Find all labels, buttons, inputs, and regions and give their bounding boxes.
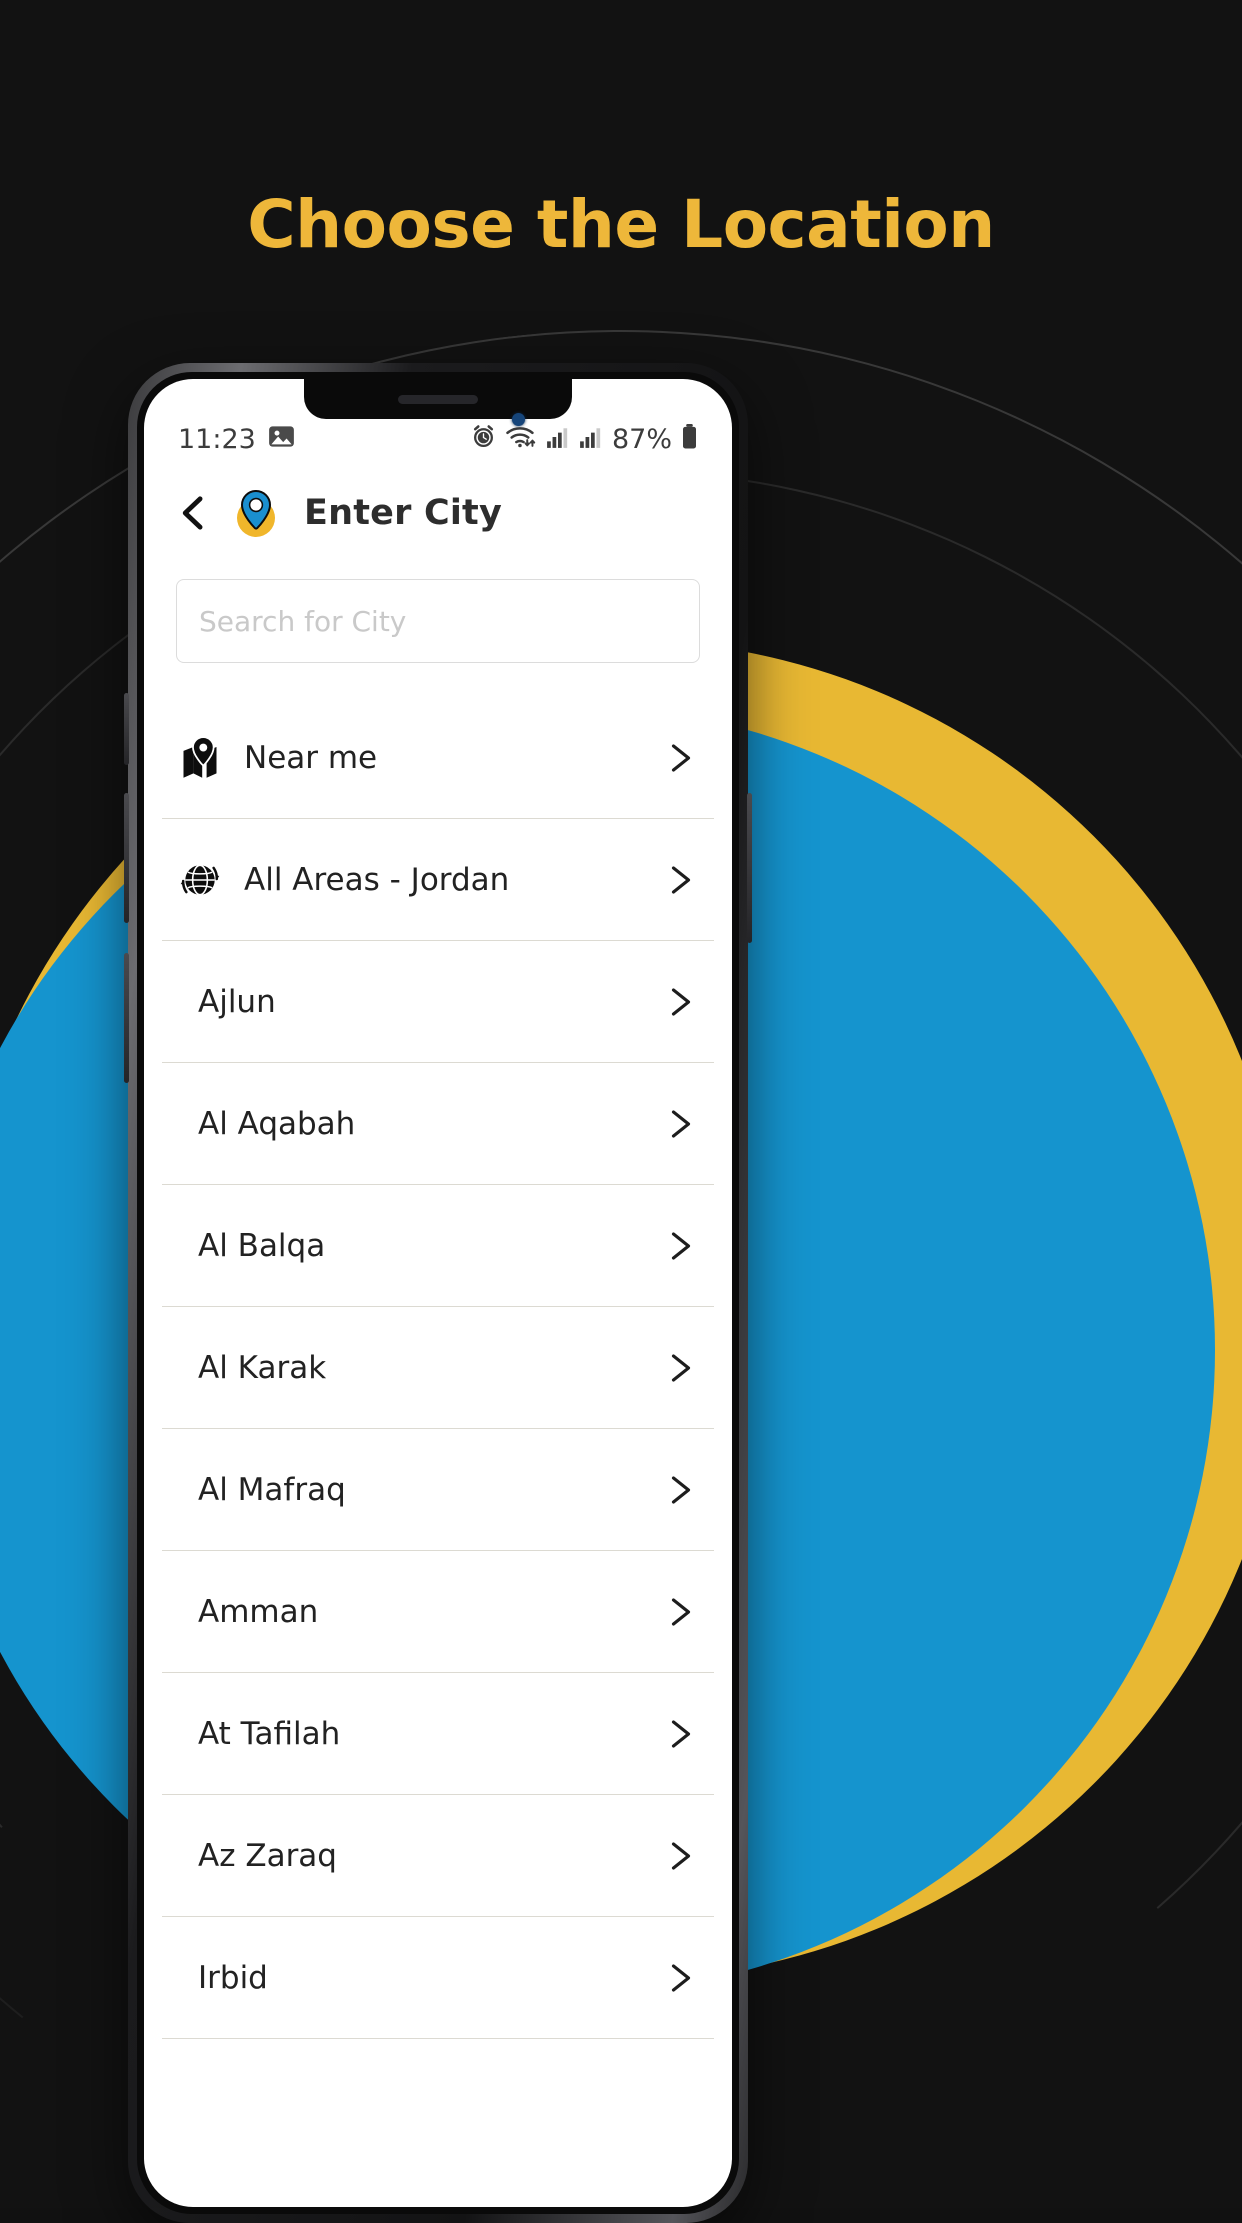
chevron-right-icon[interactable]	[668, 1719, 694, 1749]
list-item-label: Irbid	[198, 1959, 268, 1996]
chevron-right-icon[interactable]	[668, 1353, 694, 1383]
battery-icon	[681, 423, 698, 455]
phone-volume-down-button	[124, 953, 129, 1083]
chevron-right-icon[interactable]	[668, 987, 694, 1017]
phone-volume-up-button	[124, 793, 129, 923]
signal-bars-icon	[546, 426, 570, 453]
globe-icon	[174, 859, 226, 901]
city-list: Near me All Areas - Jordan Ajlun Al Aqab…	[144, 697, 732, 2039]
search-input[interactable]	[176, 579, 700, 663]
image-icon	[268, 423, 295, 455]
list-item-label: Amman	[198, 1593, 319, 1630]
chevron-right-icon[interactable]	[668, 1963, 694, 1993]
list-item-label: Al Karak	[198, 1349, 327, 1386]
list-item-city[interactable]: Amman	[162, 1551, 714, 1673]
search-container	[144, 549, 732, 663]
phone-bezel: 11:23 87% Enter City Search for City Nea…	[137, 372, 739, 2214]
list-item-near-me[interactable]: Near me	[162, 697, 714, 819]
alarm-icon	[471, 424, 496, 454]
list-item-label: At Tafilah	[198, 1715, 341, 1752]
phone-screen: 11:23 87% Enter City Search for City Nea…	[144, 379, 732, 2207]
list-item-label: Ajlun	[198, 983, 276, 1020]
list-item-city[interactable]: Ajlun	[162, 941, 714, 1063]
chevron-right-icon[interactable]	[668, 1109, 694, 1139]
chevron-right-icon[interactable]	[668, 1231, 694, 1261]
location-pin-icon	[230, 487, 282, 539]
phone-notch	[304, 379, 572, 419]
status-bar-left: 11:23	[178, 423, 295, 455]
list-item-label: Al Aqabah	[198, 1105, 356, 1142]
phone-mute-button	[124, 693, 129, 765]
front-camera	[512, 413, 525, 426]
list-item-city[interactable]: At Tafilah	[162, 1673, 714, 1795]
chevron-right-icon[interactable]	[668, 865, 694, 895]
map-pin-icon	[174, 735, 226, 780]
app-title: Enter City	[304, 493, 502, 533]
list-item-label: All Areas - Jordan	[244, 861, 510, 898]
list-item-city[interactable]: Az Zaraq	[162, 1795, 714, 1917]
list-item-label: Al Balqa	[198, 1227, 326, 1264]
phone-mockup: 11:23 87% Enter City Search for City Nea…	[124, 363, 752, 2223]
list-item-city[interactable]: Al Balqa	[162, 1185, 714, 1307]
chevron-right-icon[interactable]	[668, 743, 694, 773]
list-item-label: Near me	[244, 739, 378, 776]
wifi-icon	[505, 424, 537, 454]
signal-bars-icon-secondary	[579, 426, 603, 453]
list-item-city[interactable]: Al Aqabah	[162, 1063, 714, 1185]
app-header: Enter City	[144, 465, 732, 549]
chevron-right-icon[interactable]	[668, 1597, 694, 1627]
phone-power-button	[747, 793, 752, 943]
battery-percent-label: 87%	[611, 423, 672, 455]
chevron-right-icon[interactable]	[668, 1475, 694, 1505]
list-item-label: Al Mafraq	[198, 1471, 346, 1508]
list-item-city[interactable]: Irbid	[162, 1917, 714, 2039]
list-item-label: Az Zaraq	[198, 1837, 337, 1874]
list-item-city[interactable]: Al Karak	[162, 1307, 714, 1429]
back-chevron-icon[interactable]	[178, 496, 208, 530]
status-bar-right: 87%	[471, 423, 698, 455]
list-item-city[interactable]: Al Mafraq	[162, 1429, 714, 1551]
chevron-right-icon[interactable]	[668, 1841, 694, 1871]
earpiece-speaker	[398, 394, 478, 404]
page-title: Choose the Location	[247, 186, 995, 263]
status-bar-clock: 11:23	[178, 423, 256, 455]
list-item-all-areas[interactable]: All Areas - Jordan	[162, 819, 714, 941]
